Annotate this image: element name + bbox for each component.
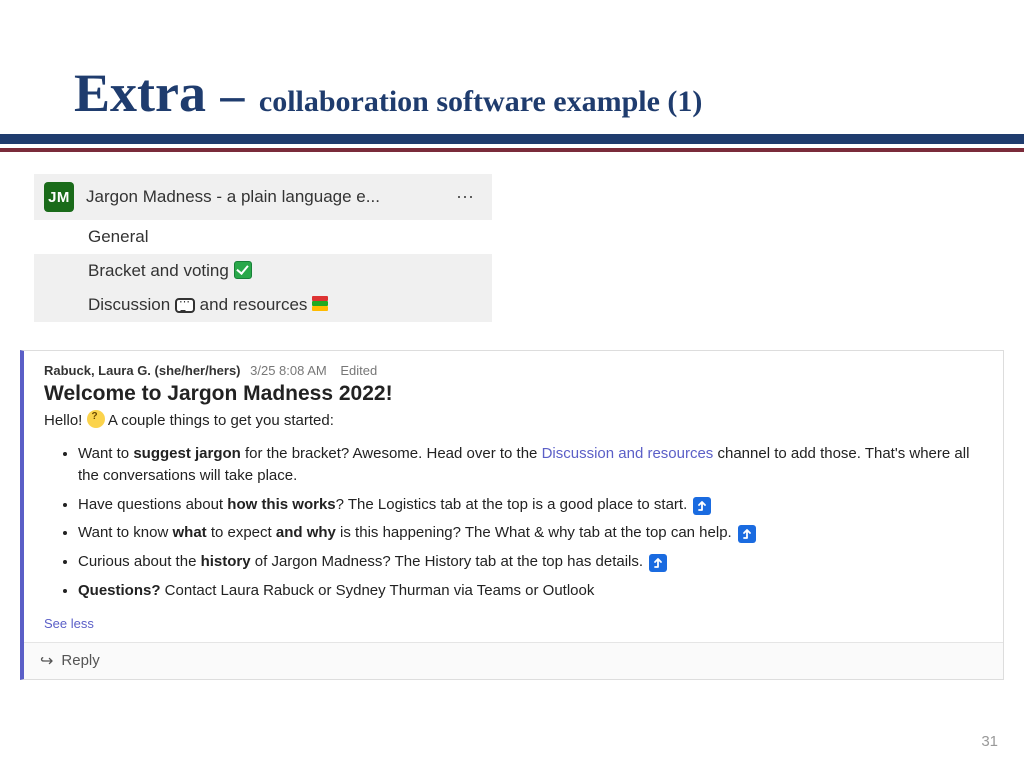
channel-label: Bracket and voting (88, 261, 229, 280)
title-word-extra: Extra (74, 63, 206, 123)
channel-bracket-voting[interactable]: Bracket and voting (34, 254, 492, 288)
reply-arrow-icon: ↩ (40, 651, 53, 671)
slide-title: Extra – collaboration software example (… (0, 0, 1024, 124)
page-number: 31 (981, 733, 998, 750)
message-title: Welcome to Jargon Madness 2022! (44, 382, 983, 406)
message-timestamp: 3/25 8:08 AM (250, 363, 327, 378)
teams-channel-panel: JM Jargon Madness - a plain language e..… (34, 174, 492, 322)
channel-label: General (88, 227, 148, 246)
message-meta: Rabuck, Laura G. (she/her/hers) 3/25 8:0… (44, 363, 983, 378)
team-name-label: Jargon Madness - a plain language e... (86, 187, 438, 207)
team-header-row[interactable]: JM Jargon Madness - a plain language e..… (34, 174, 492, 220)
books-icon (312, 296, 328, 312)
team-avatar: JM (44, 182, 74, 212)
message-edited-label: Edited (340, 363, 377, 378)
channel-label: and resources (200, 295, 308, 314)
channel-discussion-resources[interactable]: Discussion and resources (34, 288, 492, 322)
up-arrow-icon (649, 554, 667, 572)
title-subtitle: collaboration software example (1) (259, 85, 703, 118)
more-options-icon[interactable]: ⋯ (450, 185, 482, 210)
up-arrow-icon (738, 525, 756, 543)
up-arrow-icon (693, 497, 711, 515)
message-intro: Hello! A couple things to get you starte… (44, 410, 983, 429)
title-dash: – (220, 69, 244, 122)
teams-message-card: Rabuck, Laura G. (she/her/hers) 3/25 8:0… (20, 350, 1004, 680)
list-item: Curious about the history of Jargon Madn… (78, 551, 983, 573)
message-bullet-list: Want to suggest jargon for the bracket? … (78, 443, 983, 602)
reply-button[interactable]: ↩ Reply (24, 642, 1003, 679)
list-item: Questions? Contact Laura Rabuck or Sydne… (78, 580, 983, 602)
check-mark-icon (234, 261, 252, 279)
message-author: Rabuck, Laura G. (she/her/hers) (44, 363, 241, 378)
channel-label: Discussion (88, 295, 170, 314)
list-item: Have questions about how this works? The… (78, 494, 983, 516)
discussion-resources-link[interactable]: Discussion and resources (542, 445, 714, 462)
list-item: Want to know what to expect and why is t… (78, 522, 983, 544)
channel-general[interactable]: General (34, 220, 492, 254)
reply-label: Reply (61, 652, 99, 669)
thinking-face-icon (87, 410, 105, 428)
list-item: Want to suggest jargon for the bracket? … (78, 443, 983, 487)
speech-bubble-icon (175, 298, 195, 313)
see-less-link[interactable]: See less (44, 616, 94, 631)
title-underline (0, 134, 1024, 152)
